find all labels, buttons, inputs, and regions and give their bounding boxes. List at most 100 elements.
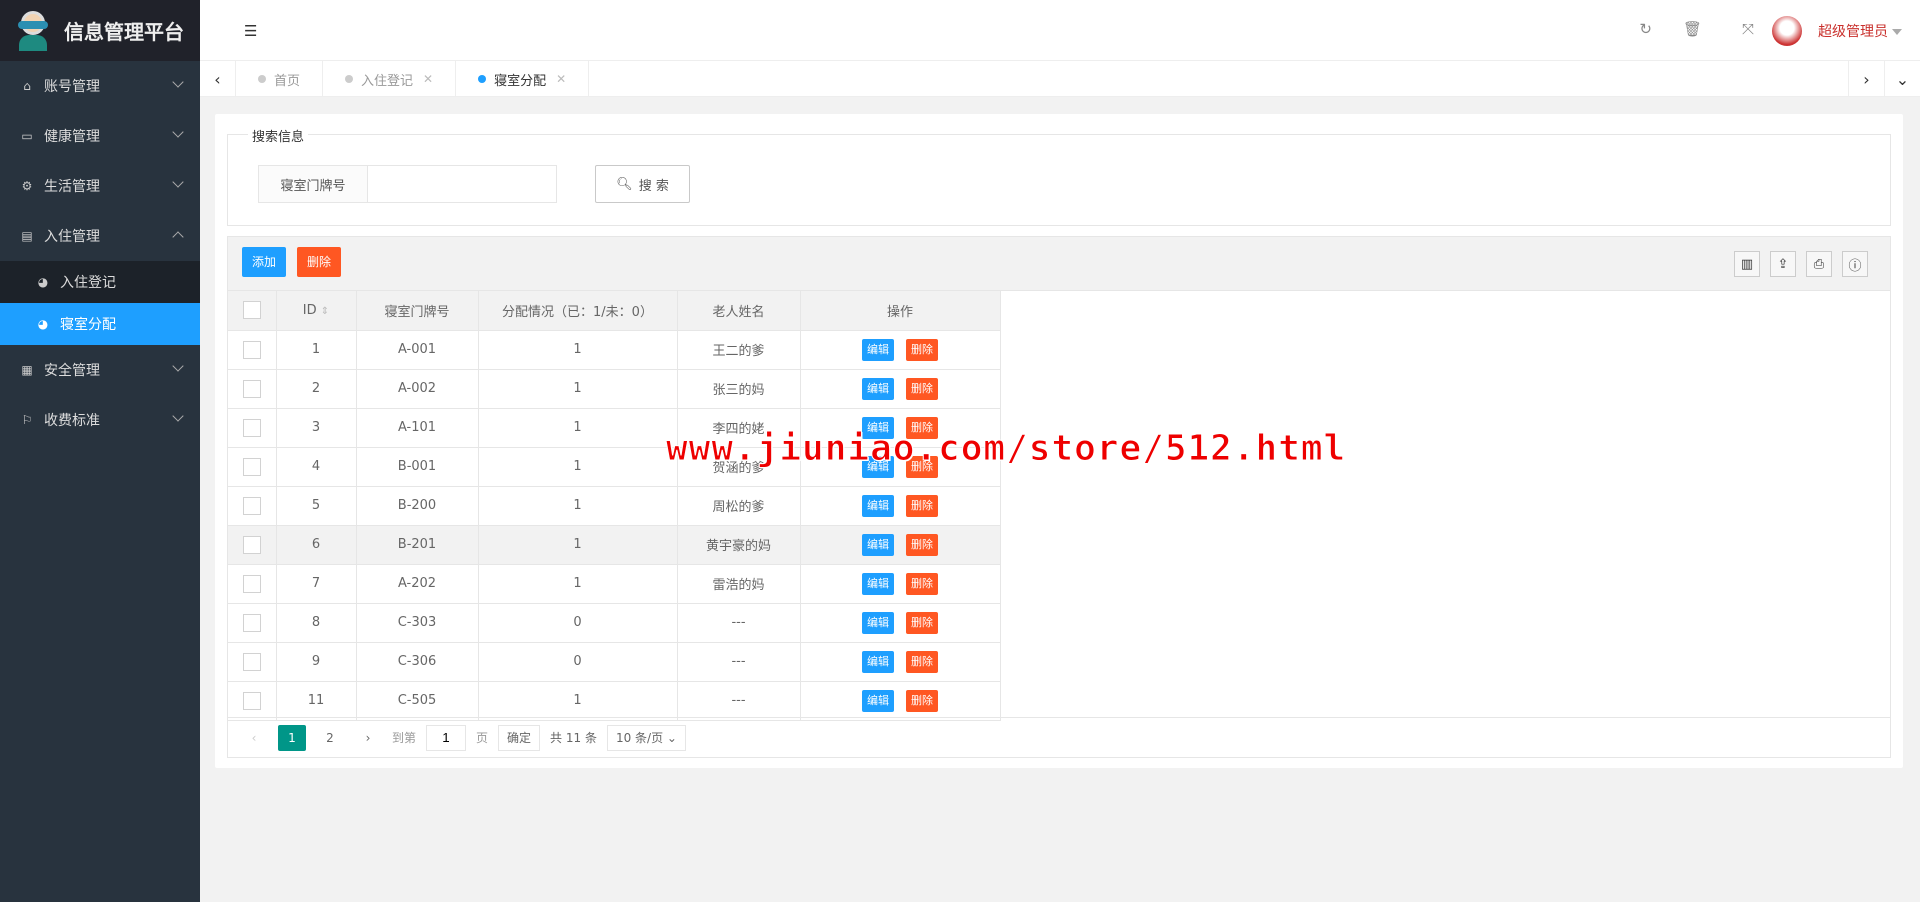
cell-status: 1 (477, 564, 678, 604)
user-menu[interactable]: 超级管理员 (1772, 16, 1902, 46)
goto-page-input[interactable] (426, 724, 467, 751)
cell-id: 1 (275, 330, 357, 370)
edit-button[interactable]: 编辑 (862, 533, 894, 556)
table-row: 2 A-002 1 张三的妈 编辑 删除 (228, 369, 1001, 409)
column-header-id[interactable]: ID ⇕ (275, 291, 357, 331)
menu-fold-icon[interactable]: ☰ (244, 22, 257, 40)
edit-button[interactable]: 编辑 (862, 572, 894, 595)
sidebar-item-account[interactable]: ⌂ 账号管理 (0, 61, 200, 111)
delete-button[interactable]: 删除 (906, 533, 938, 556)
sidebar-item-label: 入住管理 (44, 229, 100, 245)
sidebar-item-label: 健康管理 (44, 129, 100, 145)
edit-button[interactable]: 编辑 (862, 650, 894, 673)
cell-status: 1 (477, 369, 678, 409)
next-page-icon[interactable]: › (354, 725, 382, 751)
prev-page-icon[interactable]: ‹ (240, 725, 268, 751)
row-checkbox[interactable] (242, 535, 261, 554)
edit-button[interactable]: 编辑 (862, 494, 894, 517)
cell-status: 1 (477, 447, 678, 487)
tab-label: 首页 (274, 73, 301, 89)
delete-button[interactable]: 删除 (906, 689, 938, 712)
table-row: 11 C-505 1 --- 编辑 删除 (228, 681, 1001, 721)
cell-actions: 编辑 删除 (799, 681, 1001, 721)
sidebar-subitem-checkin-register[interactable]: ◕ 入住登记 (0, 261, 200, 303)
row-checkbox[interactable] (242, 379, 261, 398)
row-checkbox[interactable] (242, 496, 261, 515)
print-icon[interactable]: ⎙ (1806, 251, 1832, 277)
row-checkbox[interactable] (242, 652, 261, 671)
cell-room: C-505 (355, 681, 479, 721)
tab-home[interactable]: 首页 (236, 61, 324, 97)
row-checkbox[interactable] (242, 457, 261, 476)
select-all-checkbox[interactable] (242, 301, 261, 320)
page-size-select[interactable]: 10 条/页 ⌄ (606, 724, 686, 751)
tab-label: 寝室分配 (494, 73, 547, 89)
cell-room: B-001 (355, 447, 479, 487)
delete-button[interactable]: 删除 (906, 338, 938, 361)
tab-checkin-register[interactable]: 入住登记 ✕ (323, 61, 457, 97)
user-name: 超级管理员 (1818, 24, 1888, 40)
close-icon[interactable]: ✕ (423, 72, 433, 86)
delete-button[interactable]: 删除 (906, 416, 938, 439)
search-button[interactable]: 🔍︎ 搜 索 (595, 165, 690, 203)
table-toolbar: 添加 删除 ▥ ⇪ ⎙ ⓘ (228, 237, 1890, 291)
tabs-next-button[interactable]: › (1848, 61, 1884, 97)
edit-button[interactable]: 编辑 (862, 377, 894, 400)
chevron-down-icon (172, 410, 184, 422)
sidebar-subitem-room-assign[interactable]: ◕ 寝室分配 (0, 303, 200, 345)
refresh-icon[interactable]: ↻ (1639, 20, 1652, 38)
dot-icon (258, 75, 266, 83)
edit-button[interactable]: 编辑 (862, 416, 894, 439)
logo-avatar-icon (16, 10, 50, 51)
cell-id: 4 (275, 447, 357, 487)
export-icon[interactable]: ⇪ (1770, 251, 1796, 277)
sidebar-item-health[interactable]: ▭ 健康管理 (0, 111, 200, 161)
delete-button[interactable]: 删除 (906, 572, 938, 595)
cell-name: 雷浩的妈 (676, 564, 801, 604)
tabs-prev-button[interactable]: ‹ (200, 61, 236, 97)
trash-icon[interactable]: 🗑 (1683, 20, 1702, 38)
delete-button[interactable]: 删除 (906, 377, 938, 400)
row-checkbox[interactable] (242, 340, 261, 359)
edit-button[interactable]: 编辑 (862, 455, 894, 478)
row-checkbox[interactable] (242, 418, 261, 437)
sidebar-item-fees[interactable]: ⚐ 收费标准 (0, 395, 200, 445)
edit-button[interactable]: 编辑 (862, 689, 894, 712)
tab-label: 入住登记 (361, 73, 414, 89)
cell-actions: 编辑 删除 (799, 369, 1001, 409)
sidebar-item-label: 入住登记 (60, 275, 116, 291)
cell-id: 5 (275, 486, 357, 526)
cell-actions: 编辑 删除 (799, 603, 1001, 643)
info-icon[interactable]: ⓘ (1842, 251, 1868, 277)
row-checkbox[interactable] (242, 691, 261, 710)
columns-icon[interactable]: ▥ (1734, 251, 1760, 277)
sort-icon[interactable]: ⇕ (321, 306, 329, 317)
delete-button[interactable]: 删除 (906, 611, 938, 634)
room-number-input[interactable] (367, 165, 557, 203)
tabs-menu-button[interactable]: ⌄ (1884, 61, 1920, 97)
row-checkbox[interactable] (242, 574, 261, 593)
cell-room: B-201 (355, 525, 479, 565)
tab-room-assign[interactable]: 寝室分配 ✕ (456, 61, 590, 97)
batch-delete-button[interactable]: 删除 (297, 247, 342, 277)
fullscreen-icon[interactable]: ⤧ (1742, 20, 1754, 38)
delete-button[interactable]: 删除 (906, 650, 938, 673)
close-icon[interactable]: ✕ (556, 72, 566, 86)
add-button[interactable]: 添加 (242, 247, 287, 277)
delete-button[interactable]: 删除 (906, 494, 938, 517)
cell-name: 王二的爹 (676, 330, 801, 370)
page-1-button[interactable]: 1 (278, 724, 306, 751)
edit-button[interactable]: 编辑 (862, 611, 894, 634)
delete-button[interactable]: 删除 (906, 455, 938, 478)
sidebar-item-label: 账号管理 (44, 79, 100, 95)
goto-confirm-button[interactable]: 确定 (498, 724, 541, 751)
row-checkbox[interactable] (242, 613, 261, 632)
page-suffix: 页 (476, 731, 489, 745)
page-2-button[interactable]: 2 (316, 725, 344, 751)
sidebar-item-life[interactable]: ⚙ 生活管理 (0, 161, 200, 211)
sidebar-item-checkin[interactable]: ▤ 入住管理 (0, 211, 200, 261)
edit-button[interactable]: 编辑 (862, 338, 894, 361)
cell-id: 3 (275, 408, 357, 448)
sidebar-item-security[interactable]: ▦ 安全管理 (0, 345, 200, 395)
chevron-down-icon (172, 76, 184, 88)
